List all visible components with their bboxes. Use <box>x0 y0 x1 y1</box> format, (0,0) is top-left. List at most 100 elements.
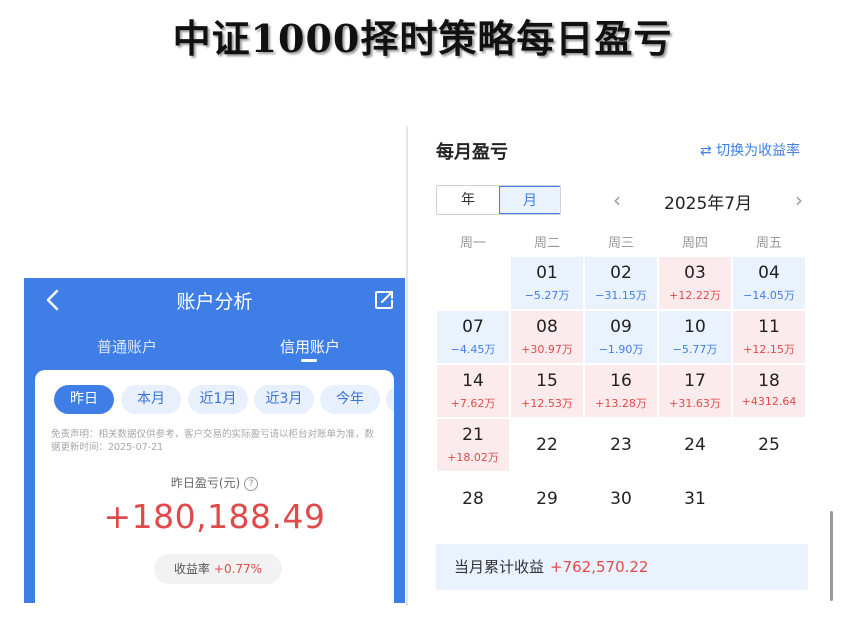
day-number: 24 <box>684 435 706 455</box>
day-amount: +18.02万 <box>447 451 499 464</box>
day-amount: +30.97万 <box>521 343 573 356</box>
day-cell-30[interactable]: 30 <box>585 473 657 525</box>
yield-value: +0.77% <box>213 562 263 576</box>
weekday-label: 周三 <box>607 236 634 251</box>
account-analysis-panel: 账户分析 普通账户 信用账户 昨日 本月 近1月 近3月 今年 免责声明：相关数… <box>24 278 405 603</box>
pnl-value: +180,188.49 <box>103 497 326 536</box>
tab-credit-account[interactable]: 信用账户 <box>280 336 340 357</box>
day-cell-02[interactable]: 02 −31.15万 <box>585 257 657 309</box>
day-cell-01[interactable]: 01 −5.27万 <box>511 257 583 309</box>
day-cell-29[interactable]: 29 <box>511 473 583 525</box>
day-number: 15 <box>536 371 558 391</box>
pnl-label: 昨日盈亏(元) <box>170 476 241 490</box>
switch-to-yield-link[interactable]: ⇄ 切换为收益率 <box>700 140 800 160</box>
day-number: 21 <box>462 425 484 445</box>
share-icon[interactable] <box>373 289 395 311</box>
day-cell-28[interactable]: 28 <box>437 473 509 525</box>
day-amount: +4312.64 <box>741 395 797 408</box>
period-more[interactable] <box>386 385 394 414</box>
day-cell-16[interactable]: 16 +13.28万 <box>585 365 657 417</box>
day-number: 08 <box>536 317 558 337</box>
day-cell-24[interactable]: 24 <box>659 419 731 471</box>
weekday-label: 周五 <box>755 236 782 251</box>
day-number: 14 <box>462 371 484 391</box>
day-cell-14[interactable]: 14 +7.62万 <box>437 365 509 417</box>
weekday-header: 周一 周二 周三 周四 周五 <box>437 232 807 252</box>
day-number: 02 <box>610 263 632 283</box>
day-cell-09[interactable]: 09 −1.90万 <box>585 311 657 363</box>
day-number: 18 <box>758 371 780 391</box>
day-number: 23 <box>610 435 632 455</box>
day-cell-17[interactable]: 17 +31.63万 <box>659 365 731 417</box>
segment-year[interactable]: 年 <box>437 186 499 214</box>
pnl-card: 昨日 本月 近1月 近3月 今年 免责声明：相关数据仅供参考，客户交易的实际盈亏… <box>35 370 394 603</box>
period-last-1-month[interactable]: 近1月 <box>188 385 248 414</box>
day-cell-11[interactable]: 11 +12.15万 <box>733 311 805 363</box>
summary-value: +762,570.22 <box>550 558 649 576</box>
period-this-year[interactable]: 今年 <box>320 385 380 414</box>
period-yesterday[interactable]: 昨日 <box>54 385 114 414</box>
day-cell-18[interactable]: 18 +4312.64 <box>733 365 805 417</box>
day-number: 01 <box>536 263 558 283</box>
day-amount: +12.53万 <box>521 397 573 410</box>
day-cell-03[interactable]: 03 +12.22万 <box>659 257 731 309</box>
disclaimer-text: 免责声明：相关数据仅供参考，客户交易的实际盈亏请以柜台对账单为准，数据更新时间：… <box>51 429 375 453</box>
day-number: 28 <box>462 489 484 509</box>
month-label: 2025年7月 <box>664 194 753 214</box>
summary-label: 当月累计收益 <box>454 558 545 576</box>
day-amount: −14.05万 <box>743 289 795 302</box>
day-cell-21[interactable]: 21 +18.02万 <box>437 419 509 471</box>
account-header: 账户分析 <box>24 278 405 322</box>
period-this-month[interactable]: 本月 <box>121 385 181 414</box>
day-number: 09 <box>610 317 632 337</box>
yield-badge: 收益率 +0.77% <box>154 554 282 584</box>
day-number: 07 <box>462 317 484 337</box>
account-tabs: 普通账户 信用账户 <box>24 336 405 370</box>
page-title: 中证1000择时策略每日盈亏 <box>172 16 673 61</box>
day-amount: +13.28万 <box>595 397 647 410</box>
day-amount: −1.90万 <box>598 343 644 356</box>
day-cell-23[interactable]: 23 <box>585 419 657 471</box>
day-cell-04[interactable]: 04 −14.05万 <box>733 257 805 309</box>
scrollbar[interactable] <box>830 511 833 601</box>
period-selector: 昨日 本月 近1月 近3月 今年 <box>54 385 394 415</box>
day-cell-10[interactable]: 10 −5.77万 <box>659 311 731 363</box>
day-amount: −4.45万 <box>450 343 496 356</box>
day-number: 10 <box>684 317 706 337</box>
day-amount: −31.15万 <box>595 289 647 302</box>
monthly-pnl-panel: 每月盈亏 ⇄ 切换为收益率 年 月 ‹ 2025年7月 › 周一 周二 周三 周… <box>406 126 834 606</box>
day-cell-31[interactable]: 31 <box>659 473 731 525</box>
yield-label: 收益率 <box>173 562 210 576</box>
day-number: 29 <box>536 489 558 509</box>
day-number: 30 <box>610 489 632 509</box>
period-last-3-months[interactable]: 近3月 <box>254 385 314 414</box>
active-tab-indicator <box>301 359 317 362</box>
help-icon[interactable]: ? <box>244 476 259 491</box>
chevron-left-icon[interactable]: ‹ <box>613 188 621 212</box>
pnl-label-row: 昨日盈亏(元)? <box>35 474 394 491</box>
chevron-right-icon[interactable]: › <box>795 188 803 212</box>
day-amount: −5.77万 <box>672 343 718 356</box>
day-number: 11 <box>758 317 780 337</box>
day-cell-22[interactable]: 22 <box>511 419 583 471</box>
day-number: 03 <box>684 263 706 283</box>
day-number: 16 <box>610 371 632 391</box>
weekday-label: 周四 <box>681 236 708 251</box>
day-cell-25[interactable]: 25 <box>733 419 805 471</box>
day-cell-08[interactable]: 08 +30.97万 <box>511 311 583 363</box>
calendar-title: 每月盈亏 <box>436 142 508 163</box>
year-month-toggle: 年 月 <box>436 185 561 215</box>
day-amount: +31.63万 <box>669 397 721 410</box>
tab-normal-account[interactable]: 普通账户 <box>97 336 157 357</box>
weekday-label: 周二 <box>533 236 560 251</box>
day-number: 17 <box>684 371 706 391</box>
day-cell-15[interactable]: 15 +12.53万 <box>511 365 583 417</box>
day-number: 31 <box>684 489 706 509</box>
day-cell-07[interactable]: 07 −4.45万 <box>437 311 509 363</box>
monthly-summary: 当月累计收益 +762,570.22 <box>436 544 808 590</box>
day-number: 25 <box>758 435 780 455</box>
day-amount: +12.15万 <box>743 343 795 356</box>
day-amount: +7.62万 <box>450 397 496 410</box>
day-number: 04 <box>758 263 780 283</box>
segment-month[interactable]: 月 <box>499 186 560 214</box>
